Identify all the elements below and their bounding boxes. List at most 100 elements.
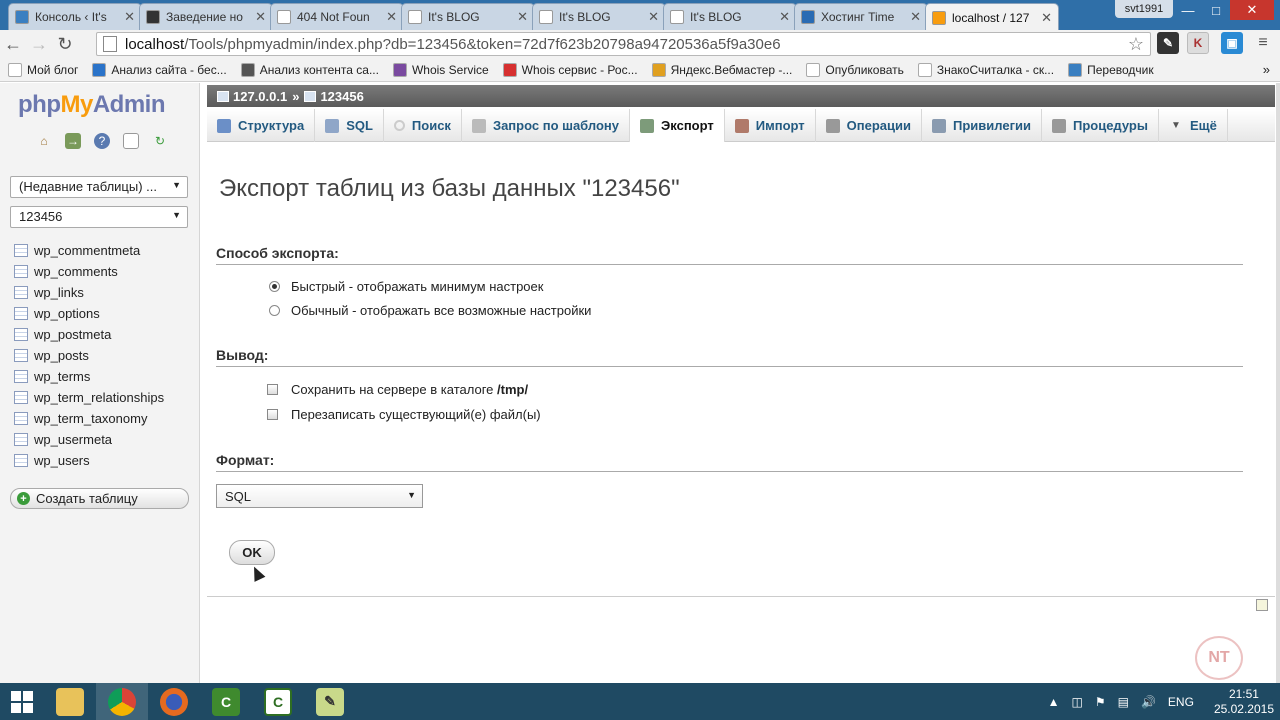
bookmark-item[interactable]: Анализ контента са... bbox=[240, 62, 379, 77]
sidebar-table-item[interactable]: wp_options bbox=[14, 303, 164, 324]
table-icon[interactable] bbox=[14, 328, 28, 341]
close-tab-icon[interactable]: ✕ bbox=[779, 9, 790, 25]
browser-tab[interactable]: It's BLOG ✕ bbox=[663, 3, 797, 30]
scrollbar[interactable] bbox=[1276, 83, 1280, 683]
menu-icon[interactable]: ≡ bbox=[1252, 32, 1274, 54]
tab-sql[interactable]: SQL bbox=[315, 109, 384, 142]
extension-icon-2[interactable]: K bbox=[1187, 32, 1209, 54]
breadcrumb-db[interactable]: 123456 bbox=[320, 89, 363, 104]
bookmark-item[interactable]: Whois сервис - Рос... bbox=[502, 62, 638, 77]
sidebar-table-item[interactable]: wp_term_relationships bbox=[14, 387, 164, 408]
tab-export[interactable]: Экспорт bbox=[630, 109, 725, 142]
browser-tab[interactable]: Консоль ‹ It's ✕ bbox=[8, 3, 142, 30]
phpmyadmin-logo[interactable]: phpMyAdmin bbox=[18, 91, 166, 119]
save-on-server-option[interactable]: Сохранить на сервере в каталоге /tmp/ bbox=[267, 382, 528, 397]
close-tab-icon[interactable]: ✕ bbox=[517, 9, 528, 25]
ok-button[interactable]: OK bbox=[229, 540, 275, 565]
sidebar-table-item[interactable]: wp_terms bbox=[14, 366, 164, 387]
table-icon[interactable] bbox=[14, 244, 28, 257]
bookmarks-more-icon[interactable]: » bbox=[1263, 62, 1270, 77]
tab-query[interactable]: Запрос по шаблону bbox=[462, 109, 631, 142]
docs-icon[interactable] bbox=[123, 133, 139, 149]
close-tab-icon[interactable]: ✕ bbox=[910, 9, 921, 25]
reload-icon[interactable]: ↻ bbox=[52, 31, 78, 57]
tab-more[interactable]: ▼ Ещё bbox=[1159, 109, 1228, 142]
bookmark-item[interactable]: Опубликовать bbox=[806, 62, 904, 77]
taskbar-app[interactable]: ✎ bbox=[304, 683, 356, 720]
sidebar-table-item[interactable]: wp_comments bbox=[14, 261, 164, 282]
table-icon[interactable] bbox=[14, 454, 28, 467]
custom-export-option[interactable]: Обычный - отображать все возможные настр… bbox=[269, 303, 591, 318]
taskbar-chrome[interactable] bbox=[96, 683, 148, 720]
quick-radio[interactable] bbox=[269, 281, 280, 292]
home-icon[interactable]: ⌂ bbox=[36, 133, 52, 149]
close-window-icon[interactable]: ✕ bbox=[1230, 0, 1274, 20]
format-select[interactable]: SQL ▼ bbox=[216, 484, 423, 508]
logout-icon[interactable]: → bbox=[65, 133, 81, 149]
bookmark-item[interactable]: Анализ сайта - бес... bbox=[92, 62, 227, 77]
table-icon[interactable] bbox=[14, 307, 28, 320]
language-indicator[interactable]: ENG bbox=[1168, 695, 1194, 709]
sidebar-table-item[interactable]: wp_users bbox=[14, 450, 164, 471]
table-icon[interactable] bbox=[14, 433, 28, 446]
close-tab-icon[interactable]: ✕ bbox=[1041, 10, 1052, 26]
address-bar[interactable]: localhost/Tools/phpmyadmin/index.php?db=… bbox=[96, 32, 1151, 56]
sidebar-table-item[interactable]: wp_term_taxonomy bbox=[14, 408, 164, 429]
clock[interactable]: 21:51 25.02.2015 bbox=[1214, 687, 1274, 717]
taskbar-firefox[interactable] bbox=[148, 683, 200, 720]
taskbar-explorer[interactable] bbox=[44, 683, 96, 720]
extension-icon-1[interactable]: ✎ bbox=[1157, 32, 1179, 54]
tab-procedures[interactable]: Процедуры bbox=[1042, 109, 1159, 142]
bookmark-item[interactable]: ЗнакоСчиталка - ск... bbox=[917, 62, 1054, 77]
taskbar-camtasia-1[interactable]: C bbox=[200, 683, 252, 720]
maximize-icon[interactable]: □ bbox=[1202, 0, 1230, 20]
extension-icon-3[interactable]: ▣ bbox=[1221, 32, 1243, 54]
bookmark-item[interactable]: Whois Service bbox=[392, 62, 489, 77]
sidebar-table-item[interactable]: wp_postmeta bbox=[14, 324, 164, 345]
sidebar-table-item[interactable]: wp_posts bbox=[14, 345, 164, 366]
database-select[interactable]: 123456 ▼ bbox=[10, 206, 188, 228]
table-icon[interactable] bbox=[14, 412, 28, 425]
table-icon[interactable] bbox=[14, 391, 28, 404]
browser-tab[interactable]: localhost / 127 ✕ bbox=[925, 3, 1059, 31]
tab-search[interactable]: Поиск bbox=[384, 109, 462, 142]
refresh-icon[interactable]: ↻ bbox=[152, 133, 168, 149]
table-icon[interactable] bbox=[14, 370, 28, 383]
flag-icon[interactable]: ⚑ bbox=[1095, 695, 1106, 709]
browser-tab[interactable]: 404 Not Foun ✕ bbox=[270, 3, 404, 30]
table-icon[interactable] bbox=[14, 286, 28, 299]
quick-export-option[interactable]: Быстрый - отображать минимум настроек bbox=[269, 279, 543, 294]
network-icon[interactable]: ◫ bbox=[1072, 695, 1083, 709]
close-tab-icon[interactable]: ✕ bbox=[648, 9, 659, 25]
table-icon[interactable] bbox=[14, 265, 28, 278]
tray-up-icon[interactable]: ▲ bbox=[1048, 695, 1060, 709]
start-button[interactable] bbox=[0, 683, 44, 720]
table-icon[interactable] bbox=[14, 349, 28, 362]
tab-import[interactable]: Импорт bbox=[725, 109, 816, 142]
forward-icon[interactable]: → bbox=[26, 31, 52, 57]
sidebar-table-item[interactable]: wp_commentmeta bbox=[14, 240, 164, 261]
browser-tab[interactable]: Заведение но ✕ bbox=[139, 3, 273, 30]
breadcrumb-server[interactable]: 127.0.0.1 bbox=[233, 89, 287, 104]
tab-privileges[interactable]: Привилегии bbox=[922, 109, 1042, 142]
browser-tab[interactable]: Хостинг Time ✕ bbox=[794, 3, 928, 30]
back-icon[interactable]: ← bbox=[0, 31, 26, 57]
bookmark-item[interactable]: Яндекс.Вебмастер -... bbox=[651, 62, 792, 77]
signal-icon[interactable]: ▤ bbox=[1118, 695, 1129, 709]
browser-tab[interactable]: It's BLOG ✕ bbox=[401, 3, 535, 30]
help-icon[interactable]: ? bbox=[94, 133, 110, 149]
save-on-server-checkbox[interactable] bbox=[267, 384, 278, 395]
tab-structure[interactable]: Структура bbox=[207, 109, 316, 142]
sidebar-table-item[interactable]: wp_usermeta bbox=[14, 429, 164, 450]
close-tab-icon[interactable]: ✕ bbox=[386, 9, 397, 25]
sidebar-table-item[interactable]: wp_links bbox=[14, 282, 164, 303]
bookmark-star-icon[interactable]: ☆ bbox=[1128, 34, 1144, 55]
browser-tab[interactable]: It's BLOG ✕ bbox=[532, 3, 666, 30]
overwrite-option[interactable]: Перезаписать существующий(е) файл(ы) bbox=[267, 407, 541, 422]
minimize-icon[interactable]: — bbox=[1174, 0, 1202, 20]
taskbar-camtasia-2[interactable]: C bbox=[252, 683, 304, 720]
console-toggle-icon[interactable] bbox=[1256, 599, 1268, 611]
tab-wrench[interactable]: Операции bbox=[816, 109, 922, 142]
custom-radio[interactable] bbox=[269, 305, 280, 316]
recent-tables-select[interactable]: (Недавние таблицы) ... ▼ bbox=[10, 176, 188, 198]
